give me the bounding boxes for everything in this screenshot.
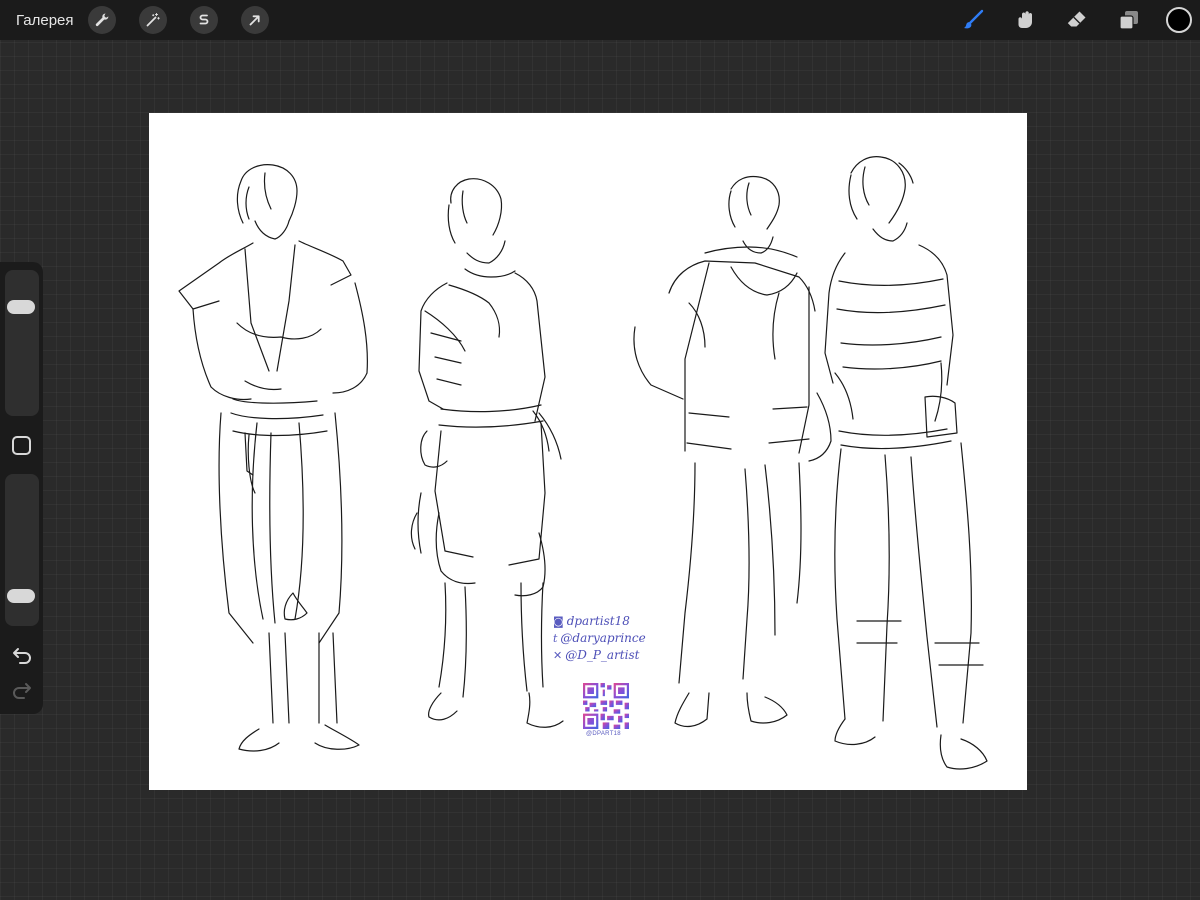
actions-button[interactable] xyxy=(87,6,116,34)
qr-code-icon xyxy=(583,683,629,729)
telegram-handle: @daryaprince xyxy=(560,631,646,645)
opacity-thumb[interactable] xyxy=(7,588,35,603)
x-handle: @D_P_artist xyxy=(565,648,640,662)
figure-robed xyxy=(178,164,368,752)
modify-button[interactable] xyxy=(12,436,31,455)
smudge-icon xyxy=(1018,11,1032,29)
figure-jacket xyxy=(633,175,832,728)
brush-tool-button[interactable] xyxy=(958,5,988,35)
figure-crop-jacket xyxy=(824,156,988,770)
redo-button[interactable] xyxy=(10,680,34,700)
magic-wand-icon xyxy=(146,13,160,27)
adjustments-button[interactable] xyxy=(138,6,167,34)
qr-caption: @DPART18 xyxy=(586,731,621,737)
undo-icon xyxy=(13,648,31,664)
brush-size-thumb[interactable] xyxy=(7,300,35,315)
top-toolbar: Галерея xyxy=(0,0,1200,40)
selection-button[interactable] xyxy=(189,6,218,34)
eraser-tool-button[interactable] xyxy=(1062,5,1092,35)
layers-button[interactable] xyxy=(1114,5,1144,35)
x-credit: ✕ @D_P_artist xyxy=(553,647,663,664)
opacity-slider[interactable] xyxy=(5,474,39,626)
brush-icon xyxy=(964,9,984,29)
selection-s-icon xyxy=(199,14,208,25)
sidebar xyxy=(0,262,43,714)
brush-size-slider[interactable] xyxy=(5,270,39,416)
color-picker-button[interactable] xyxy=(1166,7,1192,33)
x-logo-icon: ✕ xyxy=(553,649,563,662)
figure-bare-shoulder xyxy=(410,178,564,728)
gallery-button[interactable]: Галерея xyxy=(16,12,74,29)
undo-button[interactable] xyxy=(10,645,34,665)
wrench-icon xyxy=(95,13,108,27)
redo-icon xyxy=(13,683,31,699)
transform-button[interactable] xyxy=(240,6,269,34)
drawing-canvas[interactable]: ◙ dpartist18 t @daryaprince ✕ @D_P_artis… xyxy=(149,113,1027,790)
instagram-handle: dpartist18 xyxy=(566,614,630,628)
instagram-credit: ◙ dpartist18 xyxy=(553,613,663,630)
instagram-icon: ◙ xyxy=(553,615,564,628)
telegram-credit: t @daryaprince xyxy=(553,630,663,647)
eraser-icon xyxy=(1067,11,1086,27)
telegram-icon: t xyxy=(553,632,558,645)
layers-icon xyxy=(1119,11,1138,30)
artist-credits: ◙ dpartist18 t @daryaprince ✕ @D_P_artis… xyxy=(553,613,663,664)
right-tool-group xyxy=(958,0,1200,40)
arrow-cursor-icon xyxy=(249,15,260,26)
smudge-tool-button[interactable] xyxy=(1010,5,1040,35)
